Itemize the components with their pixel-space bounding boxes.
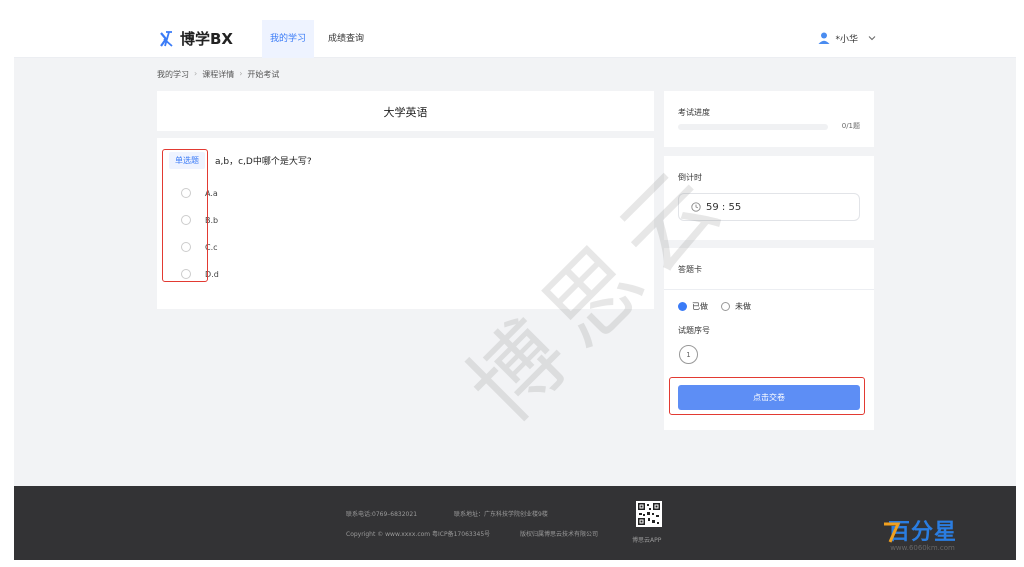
exam-title: 大学英语	[383, 106, 428, 119]
todo-dot-icon	[721, 302, 730, 311]
user-avatar-icon	[818, 32, 830, 44]
corner-brand-mark-icon	[884, 522, 901, 543]
progress-bar	[678, 124, 828, 130]
option-a[interactable]: A.a	[181, 188, 218, 198]
nav-my-learning[interactable]: 我的学习	[262, 20, 315, 58]
chevron-down-icon	[868, 36, 876, 41]
page-frame: 博学BX 我的学习 成绩查询 *小华 我的学习 › 课程详情 › 开始考试 大学…	[14, 20, 1016, 560]
corner-brand-logo: 百分星 www.6060km.com	[884, 514, 957, 552]
question-type-tag: 单选题	[169, 152, 205, 169]
option-radio[interactable]	[181, 242, 191, 252]
exam-progress-panel: 考试进度 0/1题	[664, 91, 874, 147]
user-name: *小华	[835, 34, 858, 45]
option-label: A.a	[205, 188, 218, 198]
question-number-label: 试题序号	[678, 326, 710, 335]
breadcrumb-my-learning[interactable]: 我的学习	[157, 69, 189, 80]
option-label: B.b	[205, 215, 219, 225]
brand-name: 博学BX	[180, 30, 233, 48]
option-b[interactable]: B.b	[181, 215, 218, 225]
footer-address: 联系地址：广东科技学院创业楼9楼	[454, 511, 548, 518]
footer-rights: 版权归属博思云技术有限公司	[520, 531, 599, 538]
breadcrumb-start-exam: 开始考试	[247, 70, 280, 79]
question-panel: 单选题 a,b，c,D中哪个是大写? A.a B.b C.c D.d	[157, 138, 654, 309]
progress-count: 0/1题	[841, 122, 860, 130]
breadcrumb-separator: ›	[239, 69, 243, 78]
divider	[664, 289, 874, 290]
submit-exam-button[interactable]: 点击交卷	[678, 385, 860, 410]
footer: 联系电话:0769–6832021 联系地址：广东科技学院创业楼9楼 Copyr…	[14, 486, 1016, 560]
countdown-display: 59 : 55	[678, 193, 860, 221]
option-label: D.d	[205, 269, 219, 279]
qr-label: 博思云APP	[632, 537, 662, 544]
countdown-label: 倒计时	[678, 173, 702, 182]
nav-score-query[interactable]: 成绩查询	[320, 20, 372, 58]
answer-legend: 已做 未做	[678, 301, 751, 312]
breadcrumb: 我的学习 › 课程详情 › 开始考试	[157, 69, 279, 80]
countdown-value: 59 : 55	[706, 201, 742, 213]
answer-card-panel: 答题卡 已做 未做 试题序号 1 点击交卷	[664, 248, 874, 430]
exam-title-panel: 大学英语	[157, 91, 654, 131]
brand-mark-icon	[160, 30, 173, 47]
top-header: 博学BX 我的学习 成绩查询 *小华	[14, 20, 1016, 58]
corner-brand-sub: www.6060km.com	[890, 544, 955, 552]
option-d[interactable]: D.d	[181, 269, 219, 279]
option-radio[interactable]	[181, 188, 191, 198]
footer-copyright: Copyright © www.xxxx.com 粤ICP备17063345号	[346, 531, 491, 538]
progress-label: 考试进度	[678, 108, 710, 117]
breadcrumb-course-detail[interactable]: 课程详情	[202, 69, 234, 80]
question-text: a,b，c,D中哪个是大写?	[215, 157, 312, 167]
legend-todo: 未做	[735, 302, 751, 311]
user-menu[interactable]: *小华	[817, 31, 876, 45]
option-label: C.c	[205, 242, 218, 252]
breadcrumb-separator: ›	[194, 69, 198, 78]
option-c[interactable]: C.c	[181, 242, 218, 252]
option-radio[interactable]	[181, 269, 191, 279]
question-number-1[interactable]: 1	[679, 345, 698, 364]
qr-code-icon	[636, 501, 662, 527]
answer-card-label: 答题卡	[678, 265, 702, 274]
clock-icon	[691, 202, 701, 212]
legend-done: 已做	[692, 302, 708, 311]
footer-phone: 联系电话:0769–6832021	[346, 511, 418, 518]
done-dot-icon	[678, 302, 687, 311]
brand-logo[interactable]: 博学BX	[158, 28, 233, 49]
option-radio[interactable]	[181, 215, 191, 225]
countdown-panel: 倒计时 59 : 55	[664, 156, 874, 240]
